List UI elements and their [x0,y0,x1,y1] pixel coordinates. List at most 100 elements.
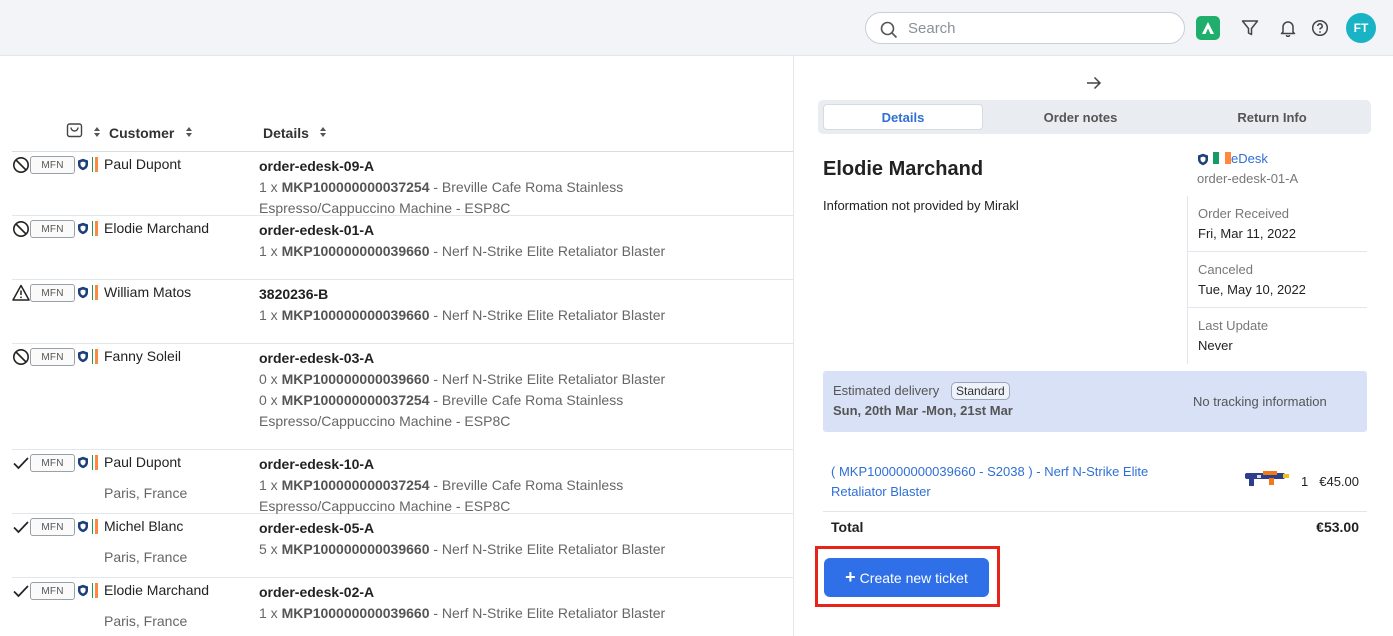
customer-location: Paris, France [104,485,188,501]
mfn-badge: MFN [30,348,75,366]
item-link[interactable]: ( MKP100000000039660 - S2038 ) - Nerf N-… [831,462,1201,502]
ireland-flag-icon [92,519,98,534]
sort-icon[interactable] [185,126,193,138]
line-sku: MKP100000000037254 [281,392,430,408]
line-qty: 1 x [259,307,278,323]
date-last-update: Last Update Never [1188,308,1367,364]
shield-icon [77,520,89,536]
search-icon [880,21,898,39]
ireland-flag-icon [92,285,98,300]
order-details: order-edesk-10-A 1 x MKP100000000037254 -… [259,454,679,517]
product-thumbnail [1245,471,1289,486]
line-qty: 5 x [259,541,278,557]
channel-link[interactable]: eDesk [1231,151,1268,166]
search-box[interactable] [865,12,1185,44]
tab-details[interactable]: Details [823,104,983,130]
date-value: Fri, Mar 11, 2022 [1198,226,1297,241]
customer-name: Fanny Soleil [104,348,182,364]
order-details: order-edesk-03-A 0 x MKP100000000039660 -… [259,348,679,432]
search-input[interactable] [908,18,1168,38]
line-qty: 0 x [259,392,278,408]
date-label: Last Update [1198,318,1269,333]
blocked-icon [12,348,30,366]
order-line: 1 x MKP100000000039660 - Nerf N-Strike E… [259,241,679,262]
order-line: 1 x MKP100000000037254 - Breville Cafe R… [259,177,679,219]
shield-icon [1198,153,1208,166]
order-id: order-edesk-10-A [259,456,375,472]
line-desc: - Nerf N-Strike Elite Retaliator Blaster [433,307,666,323]
mfn-badge: MFN [30,582,75,600]
order-details: order-edesk-05-A 5 x MKP100000000039660 -… [259,518,679,560]
line-desc: - Nerf N-Strike Elite Retaliator Blaster [433,243,666,259]
customer-name: Elodie Marchand [104,220,210,236]
date-label: Canceled [1198,262,1253,277]
line-sku: MKP100000000039660 [281,371,430,387]
customer-name: William Matos [104,284,192,300]
info-text: Information not provided by Mirakl [823,198,1019,213]
order-line: 0 x MKP100000000037254 - Breville Cafe R… [259,390,679,432]
blocked-icon [12,220,30,238]
ireland-flag-icon [92,221,98,236]
create-new-ticket-button[interactable]: + Create new ticket [824,558,989,597]
order-id: order-edesk-05-A [259,520,375,536]
shield-icon [77,222,89,238]
sort-icon[interactable] [319,126,327,138]
order-id: order-edesk-01-A [1197,171,1299,186]
order-details: order-edesk-02-A 1 x MKP100000000039660 -… [259,582,679,624]
details-column-header[interactable]: Details [263,125,309,141]
order-dates: Order Received Fri, Mar 11, 2022 Cancele… [1187,196,1367,364]
order-id: order-edesk-03-A [259,350,375,366]
ireland-flag-icon [92,583,98,598]
customer-column-header[interactable]: Customer [109,125,174,141]
table-row[interactable]: MFN Fanny Soleil order-edesk-03-A 0 x MKP10… [12,344,793,450]
line-sku: MKP100000000039660 [281,307,430,323]
customer-name: Paul Dupont [104,156,182,172]
ireland-flag-icon [92,455,98,470]
tab-order-notes[interactable]: Order notes [998,104,1163,130]
line-sku: MKP100000000037254 [281,179,430,195]
date-value: Never [1198,338,1233,353]
line-qty: 1 x [259,477,278,493]
table-row[interactable]: MFN Paul Dupont order-edesk-09-A 1 x MKP100… [12,152,793,216]
table-row[interactable]: MFN Paul Dupont Paris, France order-edesk-1… [12,450,793,514]
line-desc: - Nerf N-Strike Elite Retaliator Blaster [433,605,666,621]
order-id: order-edesk-01-A [259,222,375,238]
ireland-flag-icon [92,157,98,172]
order-line: 0 x MKP100000000039660 - Nerf N-Strike E… [259,369,679,390]
table-row[interactable]: MFN Michel Blanc Paris, France order-edesk-… [12,514,793,578]
order-detail-panel: Details Order notes Return Info Elodie M… [793,56,1393,636]
shield-icon [77,456,89,472]
blocked-icon [12,156,30,174]
sort-icon[interactable] [93,126,101,138]
order-id: order-edesk-02-A [259,584,375,600]
line-sku: MKP100000000039660 [281,243,430,259]
app-badge-icon[interactable] [1196,16,1220,40]
tab-return-info[interactable]: Return Info [1188,104,1356,130]
table-row[interactable]: MFN Elodie Marchand Paris, France order-ede… [12,578,793,636]
create-button-label: Create new ticket [859,569,968,586]
customer-name: Paul Dupont [104,454,182,470]
date-order-received: Order Received Fri, Mar 11, 2022 [1188,196,1367,252]
order-details: order-edesk-01-A 1 x MKP100000000039660 -… [259,220,679,262]
delivery-box: Estimated delivery Standard Sun, 20th Ma… [823,371,1367,432]
ireland-flag-icon [1213,152,1231,164]
table-row[interactable]: MFN William Matos 3820236-B 1 x MKP10000000… [12,280,793,344]
list-header: Customer Details [12,116,793,152]
shield-icon [77,350,89,366]
avatar[interactable]: FT [1346,13,1376,43]
arrow-right-icon[interactable] [1086,76,1102,90]
help-icon[interactable] [1308,16,1332,40]
mfn-badge: MFN [30,518,75,536]
tracking-info: No tracking information [1193,394,1327,409]
mfn-badge: MFN [30,284,75,302]
table-row[interactable]: MFN Elodie Marchand order-edesk-01-A 1 x MK… [12,216,793,280]
item-price: €45.00 [1319,474,1359,489]
mfn-badge: MFN [30,220,75,238]
check-icon [12,582,30,600]
bell-icon[interactable] [1276,16,1300,40]
customer-location: Paris, France [104,613,188,629]
order-details: 3820236-B 1 x MKP100000000039660 - Nerf N… [259,284,679,326]
top-bar: FT [0,0,1393,56]
date-value: Tue, May 10, 2022 [1198,282,1306,297]
filter-icon[interactable] [1238,16,1262,40]
